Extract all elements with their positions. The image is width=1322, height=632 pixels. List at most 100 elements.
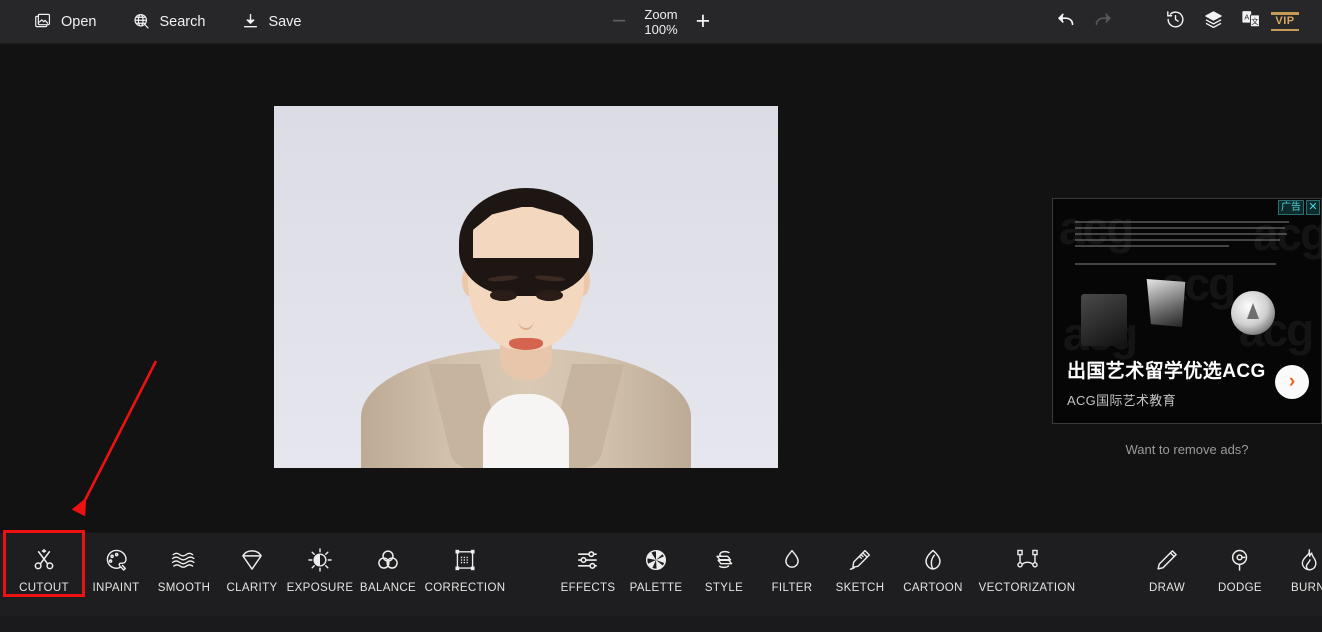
translate-button[interactable]: A 文: [1232, 3, 1270, 41]
color-wheel-icon: [643, 546, 669, 574]
diamond-icon: [239, 546, 265, 574]
zoom-label: Zoom: [644, 7, 677, 22]
tool-label: SMOOTH: [158, 582, 211, 594]
remove-ads-link[interactable]: Want to remove ads?: [1052, 442, 1322, 457]
layers-button[interactable]: [1194, 3, 1232, 41]
svg-text:文: 文: [1251, 17, 1259, 26]
vip-bar-bottom: [1271, 29, 1299, 32]
tool-filter[interactable]: FILTER: [758, 533, 826, 594]
tool-cutout[interactable]: CUTOUT: [6, 533, 82, 594]
vector-nodes-icon: [1014, 546, 1041, 574]
tool-burn[interactable]: BURN: [1274, 533, 1322, 594]
tool-style[interactable]: STYLE: [690, 533, 758, 594]
translate-icon: A 文: [1240, 8, 1262, 35]
venn-circles-icon: [375, 546, 401, 574]
history-icon: [1165, 9, 1186, 35]
tool-label: STYLE: [705, 582, 743, 594]
search-button[interactable]: Search: [126, 8, 211, 35]
tool-smooth[interactable]: SMOOTH: [150, 533, 218, 594]
tool-label: VECTORIZATION: [979, 582, 1076, 594]
undo-button[interactable]: [1046, 3, 1084, 41]
perspective-grid-icon: [452, 546, 478, 574]
zoom-readout: Zoom 100%: [644, 7, 677, 37]
ribbon-s-icon: [711, 546, 737, 574]
ad-tag-row: 广告 ✕: [1278, 200, 1320, 215]
save-button[interactable]: Save: [235, 8, 307, 35]
pencil-icon: [1154, 546, 1180, 574]
tool-cartoon[interactable]: CARTOON: [894, 533, 972, 594]
tool-label: DODGE: [1218, 582, 1262, 594]
open-label: Open: [61, 14, 96, 30]
droplet-icon: [779, 546, 805, 574]
tool-label: PALETTE: [630, 582, 683, 594]
horizontal-scrollbar-track[interactable]: [0, 616, 1322, 632]
svg-text:A: A: [1244, 13, 1249, 22]
redo-button[interactable]: [1084, 3, 1122, 41]
canvas-area[interactable]: acg acg acg acg acg 出国艺术留学优选ACG ACG国际艺术教…: [0, 44, 1322, 532]
open-images-icon: [34, 12, 53, 31]
tool-effects[interactable]: EFFECTS: [554, 533, 622, 594]
vip-badge[interactable]: VIP: [1270, 12, 1300, 32]
waves-icon: [170, 546, 198, 574]
tool-dodge[interactable]: DODGE: [1206, 533, 1274, 594]
ad-label-badge[interactable]: 广告: [1278, 200, 1304, 215]
save-label: Save: [268, 14, 301, 30]
ad-next-arrow-button[interactable]: ›: [1275, 365, 1309, 399]
photo-eye-left: [490, 290, 517, 301]
file-actions-group: Open Search Save: [0, 8, 308, 35]
flame-icon: [1295, 546, 1321, 574]
layers-icon: [1203, 9, 1224, 35]
tool-group-paint: DRAW DODGE BURN: [1128, 533, 1322, 594]
pencil-sketch-icon: [847, 546, 873, 574]
ad-object-3: [1231, 291, 1275, 335]
ad-object-1: [1081, 294, 1127, 346]
tool-correction[interactable]: CORRECTION: [422, 533, 508, 594]
zoom-out-button[interactable]: −: [612, 9, 627, 34]
tool-exposure[interactable]: EXPOSURE: [286, 533, 354, 594]
tool-group-effects: EFFECTS PALETTE: [554, 533, 1082, 594]
ad-text-block: 出国艺术留学优选ACG ACG国际艺术教育: [1067, 356, 1307, 409]
tool-label: EXPOSURE: [287, 582, 354, 594]
sun-contrast-icon: [307, 546, 333, 574]
download-save-icon: [241, 12, 260, 31]
tool-label: CUTOUT: [19, 582, 69, 594]
zoom-controls: − Zoom 100% +: [612, 0, 710, 44]
tool-balance[interactable]: BALANCE: [354, 533, 422, 594]
tool-palette[interactable]: PALETTE: [622, 533, 690, 594]
tools-toolbar: CUTOUT INPAINT SMOOTH: [0, 532, 1322, 616]
tool-label: CLARITY: [226, 582, 277, 594]
history-button[interactable]: [1156, 3, 1194, 41]
undo-icon: [1055, 9, 1076, 35]
scissors-icon: [31, 546, 57, 574]
advertisement-panel: acg acg acg acg acg 出国艺术留学优选ACG ACG国际艺术教…: [1052, 198, 1322, 457]
zoom-value: 100%: [644, 22, 677, 37]
tool-label: CARTOON: [903, 582, 963, 594]
search-label: Search: [159, 14, 205, 30]
open-button[interactable]: Open: [28, 8, 102, 35]
tool-inpaint[interactable]: INPAINT: [82, 533, 150, 594]
ad-banner[interactable]: acg acg acg acg acg 出国艺术留学优选ACG ACG国际艺术教…: [1052, 198, 1322, 424]
leaf-icon: [920, 546, 946, 574]
top-toolbar: Open Search Save: [0, 0, 1322, 44]
tool-label: SKETCH: [836, 582, 885, 594]
tool-label: INPAINT: [93, 582, 140, 594]
photo-nose: [518, 310, 534, 330]
zoom-in-button[interactable]: +: [696, 9, 711, 34]
ad-close-icon[interactable]: ✕: [1306, 200, 1320, 215]
ad-title: 出国艺术留学优选ACG: [1067, 356, 1307, 383]
tool-draw[interactable]: DRAW: [1128, 533, 1206, 594]
tool-clarity[interactable]: CLARITY: [218, 533, 286, 594]
photo-shirt: [483, 394, 569, 468]
tool-group-adjust: CUTOUT INPAINT SMOOTH: [6, 533, 508, 594]
redo-icon: [1093, 9, 1114, 35]
tool-label: FILTER: [772, 582, 813, 594]
sliders-icon: [575, 546, 602, 574]
ad-object-2: [1145, 279, 1187, 327]
palette-brush-icon: [103, 546, 129, 574]
dodge-lens-icon: [1227, 546, 1253, 574]
tool-label: DRAW: [1149, 582, 1185, 594]
tool-vectorization[interactable]: VECTORIZATION: [972, 533, 1082, 594]
tool-label: BALANCE: [360, 582, 416, 594]
editor-image[interactable]: [274, 106, 778, 468]
tool-sketch[interactable]: SKETCH: [826, 533, 894, 594]
